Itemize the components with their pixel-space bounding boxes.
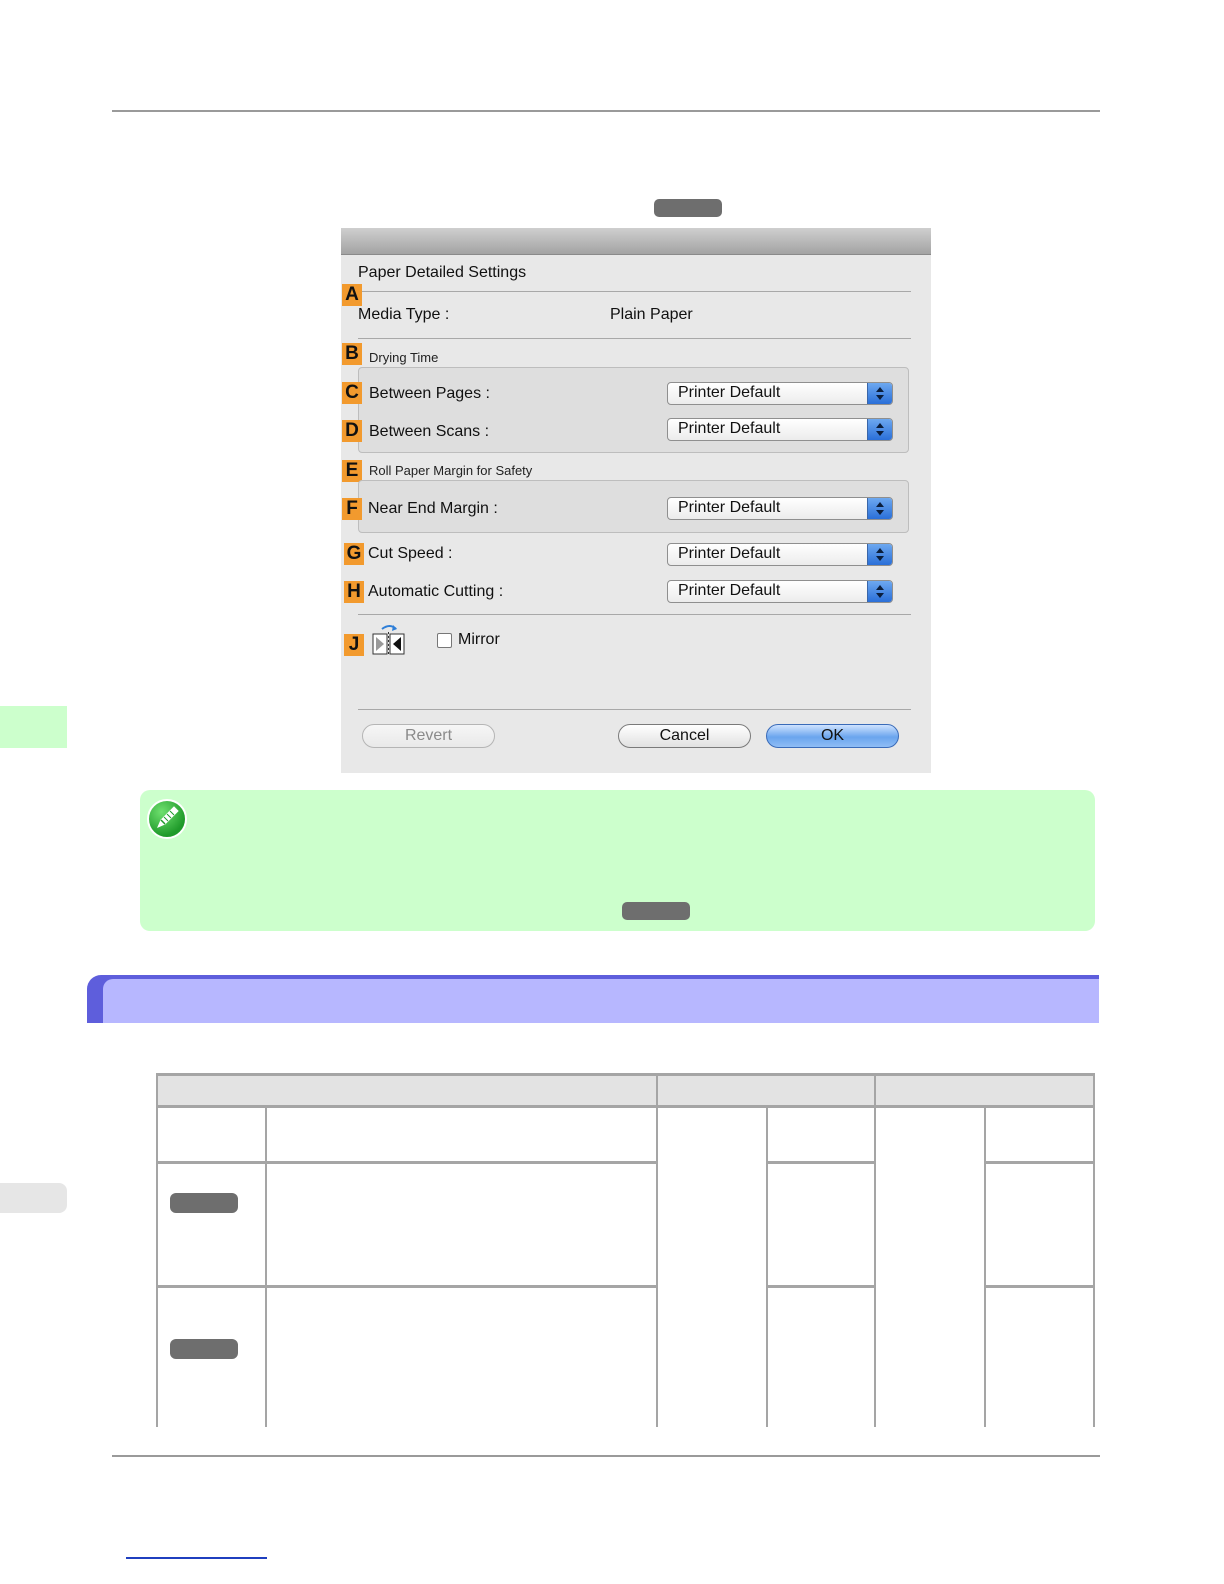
table-rule (656, 1073, 658, 1427)
side-tab-active[interactable] (0, 706, 67, 748)
near-end-margin-value: Printer Default (678, 499, 781, 516)
callout-b: B (342, 343, 362, 365)
select-arrows-icon (867, 383, 892, 404)
link-placeholder[interactable] (654, 199, 722, 217)
note-pencil-icon (147, 799, 187, 839)
automatic-cutting-select[interactable]: Printer Default (667, 580, 893, 603)
between-scans-label: Between Scans : (369, 423, 490, 440)
footer-rule (112, 1455, 1100, 1457)
dialog-title: Paper Detailed Settings (358, 264, 527, 281)
table-rule (265, 1106, 267, 1427)
automatic-cutting-label: Automatic Cutting : (368, 583, 504, 600)
select-arrows-icon (867, 498, 892, 519)
mirror-checkbox[interactable] (437, 633, 452, 648)
callout-g: G (344, 543, 364, 565)
footer-link-underline[interactable] (126, 1557, 267, 1559)
select-arrows-icon (867, 419, 892, 440)
button-separator (358, 709, 911, 710)
between-scans-value: Printer Default (678, 420, 781, 437)
select-arrows-icon (867, 544, 892, 565)
table-rule (766, 1285, 876, 1288)
table-rule (984, 1161, 1095, 1164)
side-tab[interactable] (0, 1183, 67, 1213)
cutting-separator (358, 614, 911, 615)
table-rule (156, 1161, 658, 1164)
revert-button[interactable]: Revert (362, 724, 495, 748)
cut-speed-select[interactable]: Printer Default (667, 543, 893, 566)
section-heading-inner (103, 979, 1099, 1023)
table-rule (156, 1105, 1095, 1108)
table-header (156, 1073, 1095, 1106)
table-rule (156, 1285, 658, 1288)
automatic-cutting-value: Printer Default (678, 582, 781, 599)
select-arrows-icon (867, 581, 892, 602)
cut-speed-value: Printer Default (678, 545, 781, 562)
callout-f: F (342, 498, 362, 520)
dialog-titlebar (341, 228, 931, 255)
table-rule (874, 1073, 876, 1427)
media-type-label: Media Type : (358, 306, 450, 323)
callout-a: A (342, 284, 362, 306)
callout-e: E (342, 460, 362, 482)
paper-detailed-settings-dialog: Paper Detailed Settings A Media Type : P… (341, 228, 931, 773)
note-box (140, 790, 1095, 931)
between-pages-label: Between Pages : (369, 385, 490, 402)
between-scans-select[interactable]: Printer Default (667, 418, 893, 441)
section-heading-band (87, 975, 1099, 1023)
ok-button[interactable]: OK (766, 724, 899, 748)
mirror-icon (372, 625, 405, 655)
between-pages-select[interactable]: Printer Default (667, 382, 893, 405)
table-rule (1093, 1073, 1095, 1427)
table-rule (984, 1285, 1095, 1288)
note-link-placeholder[interactable] (622, 902, 690, 920)
title-separator (358, 291, 911, 292)
table-rule (156, 1073, 1095, 1076)
drying-time-group-label: Drying Time (369, 350, 439, 365)
table-link-placeholder[interactable] (170, 1193, 238, 1213)
media-separator (358, 338, 911, 339)
callout-h: H (344, 581, 364, 603)
callout-j: J (344, 634, 364, 656)
mirror-label: Mirror (458, 631, 500, 648)
cut-speed-label: Cut Speed : (368, 545, 453, 562)
near-end-margin-label: Near End Margin : (368, 500, 498, 517)
media-type-value: Plain Paper (610, 306, 693, 323)
table-rule (156, 1073, 158, 1427)
roll-margin-group-label: Roll Paper Margin for Safety (369, 463, 533, 478)
table-rule (766, 1106, 768, 1427)
header-rule (112, 110, 1100, 112)
table-rule (766, 1161, 876, 1164)
table-rule (984, 1106, 986, 1427)
callout-d: D (342, 420, 362, 442)
between-pages-value: Printer Default (678, 384, 781, 401)
cancel-button[interactable]: Cancel (618, 724, 751, 748)
callout-c: C (342, 382, 362, 404)
near-end-margin-select[interactable]: Printer Default (667, 497, 893, 520)
table-link-placeholder[interactable] (170, 1339, 238, 1359)
